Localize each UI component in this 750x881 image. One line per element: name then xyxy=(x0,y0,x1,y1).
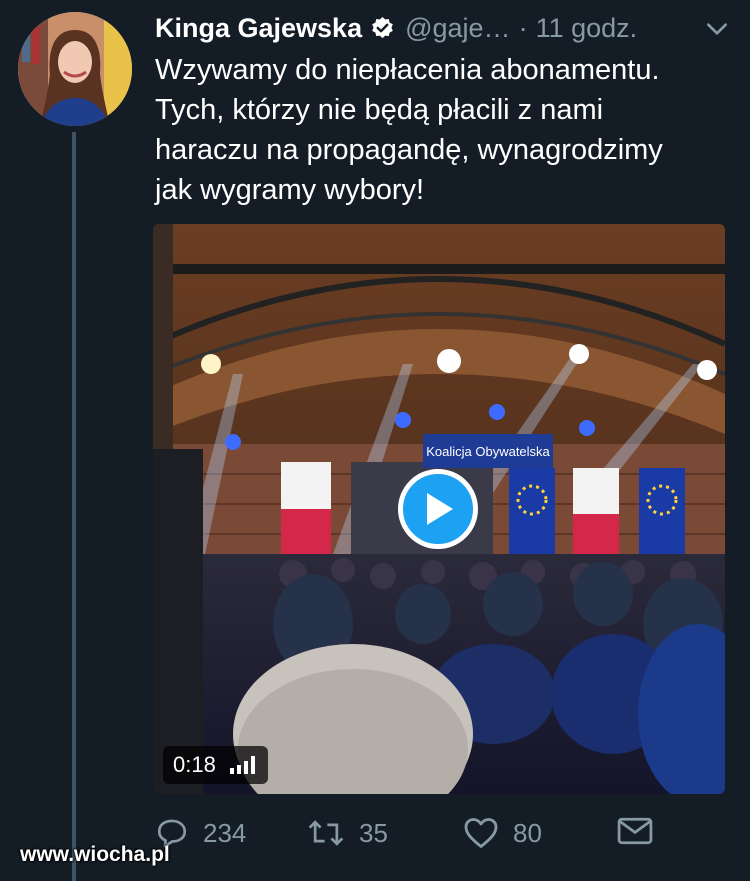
tweet-actions: 234 35 80 xyxy=(155,816,715,860)
author-handle[interactable]: @gaje… xyxy=(405,13,510,44)
tweet-timestamp[interactable]: 11 godz. xyxy=(536,13,638,44)
reply-count: 234 xyxy=(203,817,247,848)
tweet-text-line: jak wygramy wybory! xyxy=(155,174,425,206)
video-duration-badge: 0:18 xyxy=(163,746,268,784)
play-icon xyxy=(427,493,453,525)
thread-line xyxy=(72,132,76,881)
video-duration: 0:18 xyxy=(173,752,216,777)
volume-icon xyxy=(229,756,258,774)
tweet-text-line: haraczu na propagandę, wynagrodzimy xyxy=(155,134,663,166)
author-name[interactable]: Kinga Gajewska xyxy=(155,13,362,44)
retweet-count: 35 xyxy=(359,817,388,848)
tweet-card[interactable]: Kinga Gajewska @gaje… · 11 godz. Wzywamy… xyxy=(0,0,750,881)
retweet-icon xyxy=(308,820,344,846)
stage-banner: Koalicja Obywatelska xyxy=(426,444,550,459)
avatar[interactable] xyxy=(18,12,132,126)
like-button[interactable]: 80 xyxy=(463,816,542,850)
tweet-text: Wzywamy do niepłacenia abonamentu. Tych,… xyxy=(155,50,735,210)
tweet-header: Kinga Gajewska @gaje… · 11 godz. xyxy=(155,8,730,48)
retweet-button[interactable]: 35 xyxy=(307,816,388,850)
heart-icon xyxy=(464,818,498,848)
like-count: 80 xyxy=(513,817,542,848)
envelope-icon xyxy=(617,817,653,845)
chevron-down-icon[interactable] xyxy=(704,16,730,42)
direct-message-button[interactable] xyxy=(617,816,667,846)
tweet-text-line: Tych, którzy nie będą płacili z nami xyxy=(155,94,604,126)
separator-dot: · xyxy=(518,12,528,43)
play-button[interactable] xyxy=(398,469,478,549)
avatar-photo xyxy=(18,12,132,126)
verified-badge-icon xyxy=(370,16,395,41)
video-player[interactable]: Koalicja Obywatelska 0:18 xyxy=(153,224,725,794)
watermark: www.wiocha.pl xyxy=(20,843,170,866)
tweet-text-line: Wzywamy do niepłacenia abonamentu. xyxy=(155,54,660,86)
